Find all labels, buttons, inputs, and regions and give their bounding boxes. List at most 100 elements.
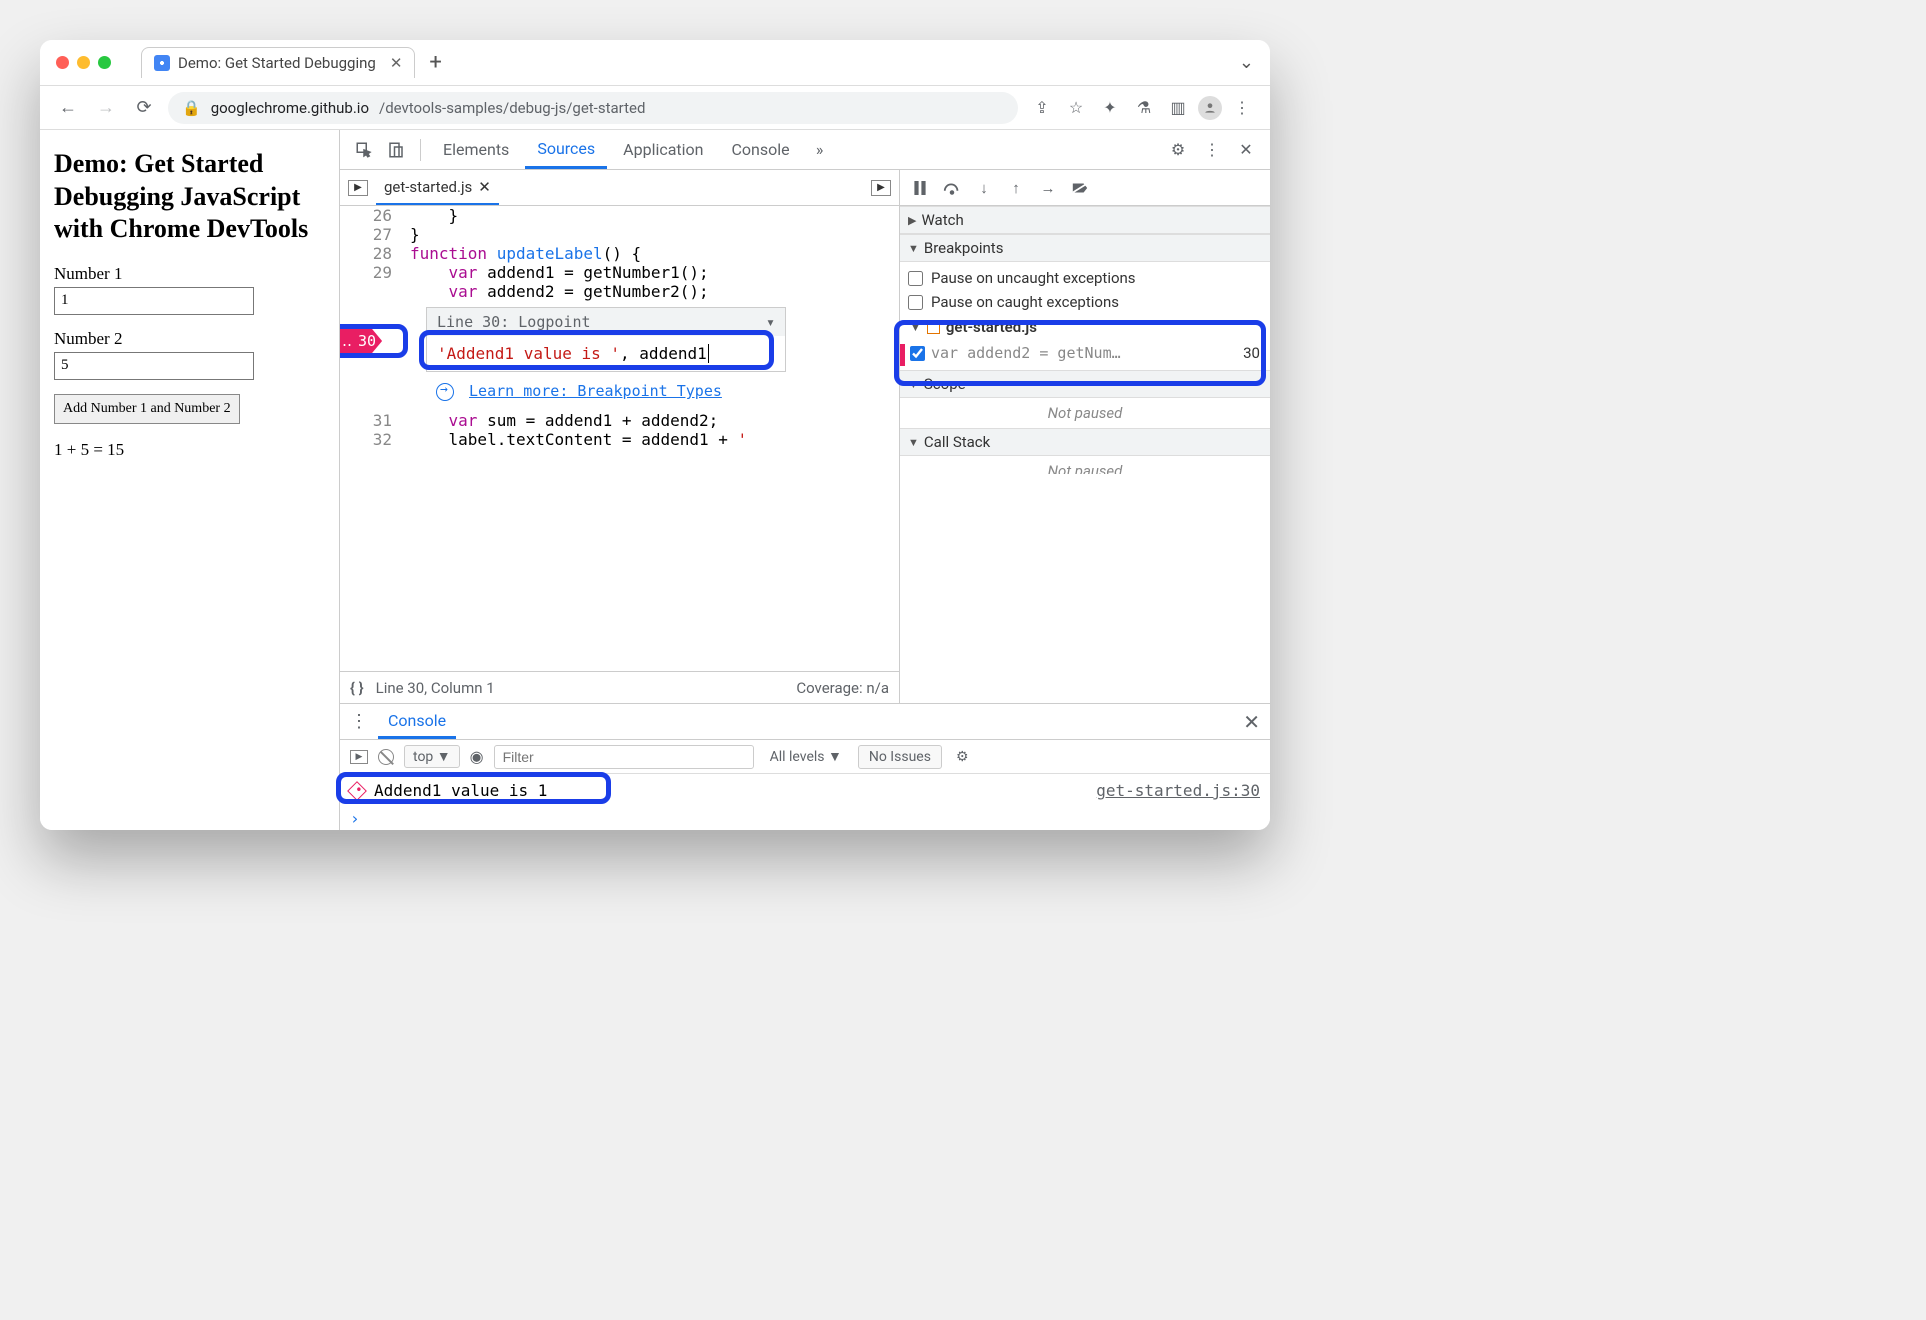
page-content: Demo: Get Started Debugging JavaScript w…	[40, 130, 340, 830]
devtools-menu-icon[interactable]: ⋮	[1198, 136, 1226, 164]
file-tab-label: get-started.js	[384, 178, 472, 196]
live-expression-icon[interactable]: ◉	[470, 747, 484, 766]
close-window-icon[interactable]	[56, 56, 69, 69]
url-field[interactable]: 🔒 googlechrome.github.io/devtools-sample…	[168, 92, 1018, 124]
reload-button[interactable]: ⟳	[130, 94, 158, 122]
breakpoint-item[interactable]: var addend2 = getNum… 30	[908, 340, 1262, 366]
url-host: googlechrome.github.io	[211, 99, 369, 117]
step-into-icon[interactable]: ↓	[972, 176, 996, 200]
new-tab-button[interactable]: +	[429, 50, 441, 75]
back-button[interactable]: ←	[54, 94, 82, 122]
log-source-link[interactable]: get-started.js:30	[1096, 781, 1260, 800]
devtools: Elements Sources Application Console » ⚙…	[340, 130, 1270, 830]
console-log-row: Addend1 value is 1 get-started.js:30	[350, 778, 1260, 803]
close-drawer-icon[interactable]: ✕	[1243, 710, 1260, 734]
console-filter-input[interactable]	[494, 745, 754, 769]
log-levels-selector[interactable]: All levels ▼	[764, 746, 848, 767]
logpoint-editor[interactable]: Line 30: Logpoint ▾ 'Addend1 value is ',…	[426, 307, 786, 372]
console-toolbar: ▶ top ▼ ◉ All levels ▼ No Issues ⚙	[340, 740, 1270, 774]
chrome-menu-icon[interactable]: ⋮	[1228, 94, 1256, 122]
pause-uncaught-checkbox[interactable]: Pause on uncaught exceptions	[908, 266, 1262, 290]
favicon-icon	[154, 55, 170, 71]
tab-menu-icon[interactable]: ⌄	[1239, 52, 1254, 73]
minimize-window-icon[interactable]	[77, 56, 90, 69]
settings-gear-icon[interactable]: ⚙	[1164, 136, 1192, 164]
labs-flask-icon[interactable]: ⚗	[1130, 94, 1158, 122]
console-sidebar-toggle-icon[interactable]: ▶	[350, 750, 368, 764]
more-tabs-icon[interactable]: »	[806, 136, 834, 164]
tab-application[interactable]: Application	[611, 132, 715, 167]
pretty-print-icon[interactable]: { }	[350, 679, 364, 697]
editor-status-bar: { } Line 30, Column 1 Coverage: n/a	[340, 671, 899, 703]
drawer-tabs: ⋮ Console ✕	[340, 704, 1270, 740]
add-button[interactable]: Add Number 1 and Number 2	[54, 394, 240, 424]
drawer-tab-console[interactable]: Console	[378, 705, 456, 739]
logpoint-header[interactable]: Line 30: Logpoint ▾	[427, 308, 785, 336]
arrow-circle-icon	[436, 383, 454, 401]
learn-more-link[interactable]: Learn more: Breakpoint Types	[436, 382, 899, 401]
share-icon[interactable]: ⇪	[1028, 94, 1056, 122]
step-over-icon[interactable]	[940, 176, 964, 200]
browser-tab[interactable]: Demo: Get Started Debugging ✕	[141, 47, 415, 78]
call-stack-section[interactable]: ▼Call Stack	[900, 428, 1270, 456]
reading-list-icon[interactable]: ▥	[1164, 94, 1192, 122]
pause-caught-checkbox[interactable]: Pause on caught exceptions	[908, 290, 1262, 314]
close-tab-icon[interactable]: ✕	[390, 54, 403, 72]
breakpoints-section[interactable]: ▼Breakpoints	[900, 234, 1270, 262]
tab-console[interactable]: Console	[720, 132, 802, 167]
tab-title: Demo: Get Started Debugging	[178, 54, 376, 72]
watch-section[interactable]: ▶Watch	[900, 206, 1270, 234]
callstack-not-paused: Not paused	[900, 456, 1270, 474]
navigator-toggle-icon[interactable]: ▶	[348, 180, 368, 196]
file-tab-bar: ▶ get-started.js ✕ ▶	[340, 170, 899, 206]
coverage-status: Coverage: n/a	[796, 679, 889, 697]
no-issues-button[interactable]: No Issues	[858, 745, 942, 769]
browser-window: Demo: Get Started Debugging ✕ + ⌄ ← → ⟳ …	[40, 40, 1270, 830]
extension-puzzle-icon[interactable]: ✦	[1096, 94, 1124, 122]
number-2-input[interactable]	[54, 352, 254, 380]
address-bar: ← → ⟳ 🔒 googlechrome.github.io/devtools-…	[40, 86, 1270, 130]
scope-section[interactable]: ▼Scope	[900, 370, 1270, 398]
device-toolbar-icon[interactable]	[382, 136, 410, 164]
tab-elements[interactable]: Elements	[431, 132, 521, 167]
clear-console-icon[interactable]	[378, 749, 394, 765]
inspect-element-icon[interactable]	[350, 136, 378, 164]
breakpoint-pink-indicator	[900, 344, 905, 366]
bookmark-icon[interactable]: ☆	[1062, 94, 1090, 122]
console-prompt[interactable]: ›	[340, 807, 1270, 830]
breakpoint-checkbox[interactable]	[910, 346, 925, 361]
logpoint-file-icon	[927, 321, 940, 334]
traffic-lights	[56, 56, 111, 69]
profile-avatar-icon[interactable]	[1198, 96, 1222, 120]
lock-icon: 🔒	[182, 99, 201, 117]
url-path: /devtools-samples/debug-js/get-started	[379, 99, 645, 117]
pause-icon[interactable]	[908, 176, 932, 200]
more-files-icon[interactable]: ▶	[871, 180, 891, 196]
result-text: 1 + 5 = 15	[54, 440, 325, 460]
page-title: Demo: Get Started Debugging JavaScript w…	[54, 148, 325, 246]
logpoint-marker[interactable]: ‥30	[340, 329, 382, 353]
breakpoint-file-row[interactable]: ▼ get-started.js	[908, 314, 1262, 340]
chevron-down-icon[interactable]: ▾	[766, 313, 775, 331]
code-editor[interactable]: ‥30 26 } 27} 28function updateLabel() { …	[340, 206, 899, 671]
context-selector[interactable]: top ▼	[404, 745, 460, 768]
console-drawer: ⋮ Console ✕ ▶ top ▼ ◉ All levels ▼ No Is…	[340, 703, 1270, 830]
file-tab[interactable]: get-started.js ✕	[376, 171, 499, 205]
close-devtools-icon[interactable]: ✕	[1232, 136, 1260, 164]
step-icon[interactable]: →	[1036, 176, 1060, 200]
cursor-position: Line 30, Column 1	[376, 679, 495, 697]
tab-sources[interactable]: Sources	[525, 131, 607, 169]
debugger-sidebar: ↓ ↑ → ▶Watch ▼Breakpoints Pause on uncau…	[900, 170, 1270, 703]
maximize-window-icon[interactable]	[98, 56, 111, 69]
step-out-icon[interactable]: ↑	[1004, 176, 1028, 200]
console-settings-icon[interactable]: ⚙	[956, 749, 969, 765]
console-output: Addend1 value is 1 get-started.js:30	[340, 774, 1270, 807]
logpoint-marker-icon	[347, 781, 367, 801]
close-file-icon[interactable]: ✕	[478, 178, 491, 196]
deactivate-breakpoints-icon[interactable]	[1068, 176, 1092, 200]
drawer-menu-icon[interactable]: ⋮	[350, 711, 368, 732]
forward-button[interactable]: →	[92, 94, 120, 122]
label-number-1: Number 1	[54, 264, 325, 284]
number-1-input[interactable]	[54, 287, 254, 315]
scope-not-paused: Not paused	[900, 398, 1270, 428]
